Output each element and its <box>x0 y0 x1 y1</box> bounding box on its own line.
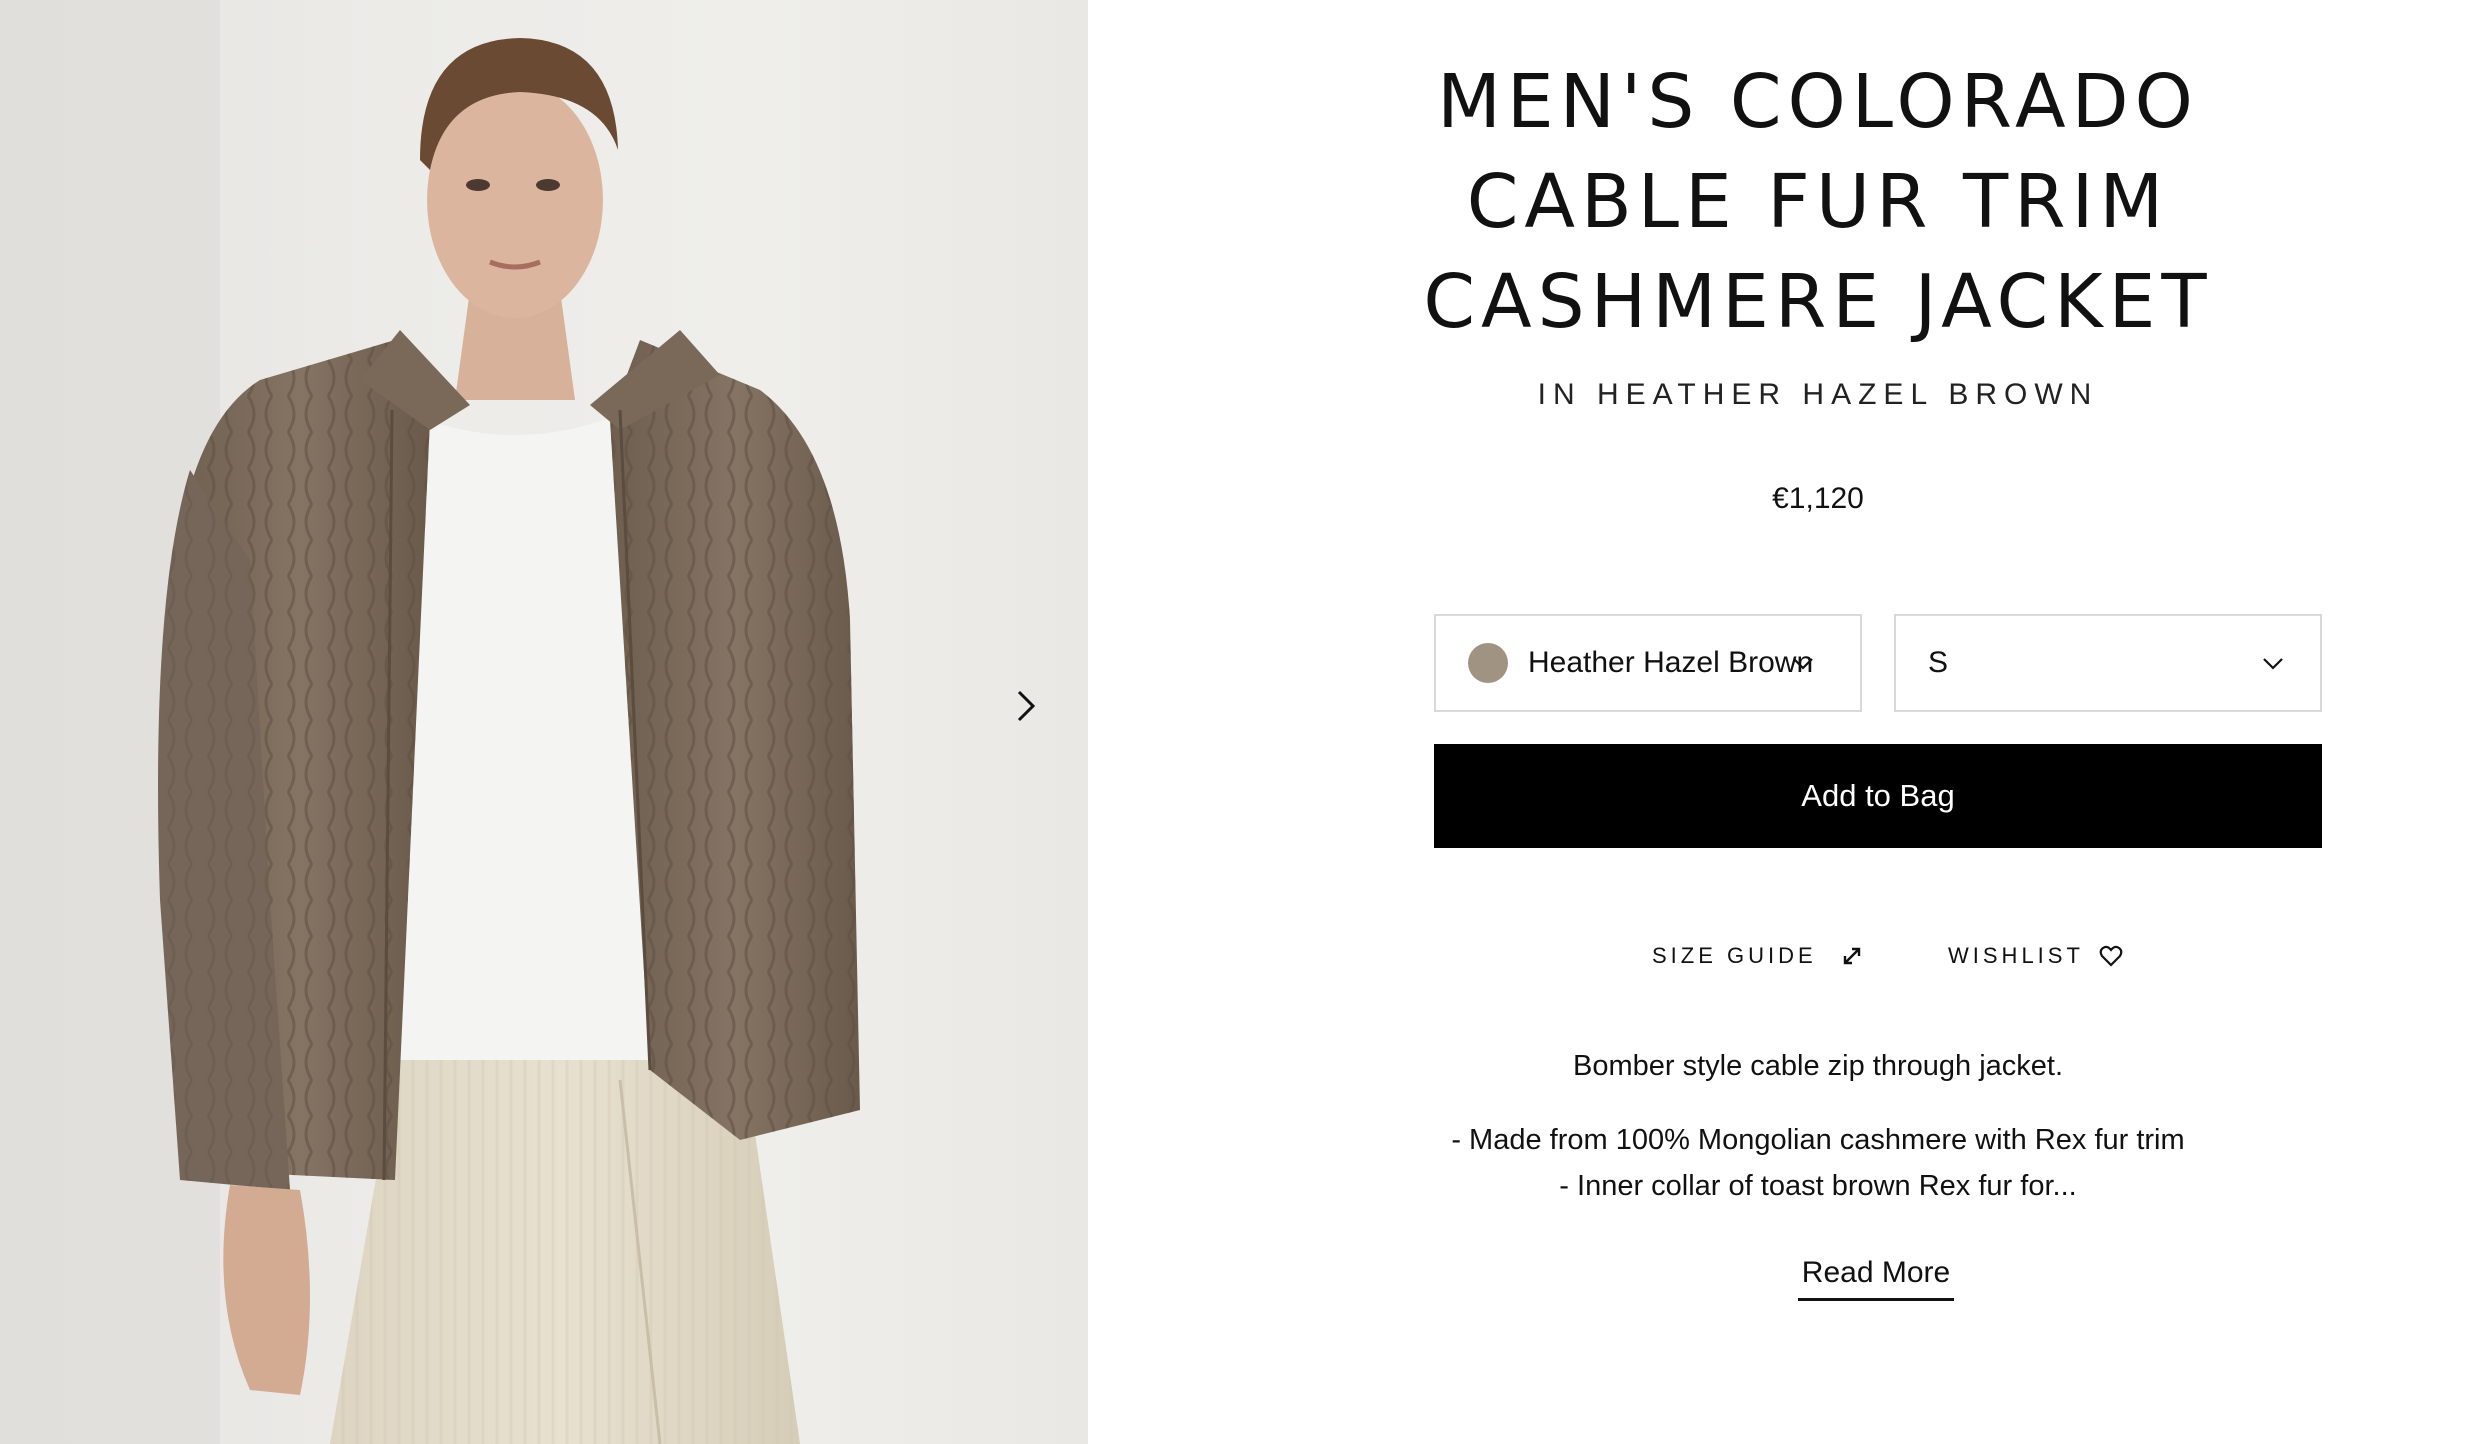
product-image-gallery <box>0 0 1088 1444</box>
size-select[interactable]: S <box>1894 614 2322 712</box>
product-details: MEN'S COLORADO CABLE FUR TRIM CASHMERE J… <box>1088 0 2484 1444</box>
description-bullet: - Inner collar of toast brown Rex fur fo… <box>1559 1170 2077 1202</box>
resize-arrows-icon <box>1843 947 1860 965</box>
next-image-button[interactable] <box>1006 686 1046 726</box>
product-price: €1,120 <box>1772 482 1864 515</box>
chevron-down-icon <box>2263 658 2283 670</box>
size-guide-link[interactable]: SIZE GUIDE <box>1652 938 1865 974</box>
product-title-line: CASHMERE JACKET <box>1423 259 2213 345</box>
add-to-bag-button[interactable]: Add to Bag <box>1434 744 2322 848</box>
product-color-subtitle: IN HEATHER HAZEL BROWN <box>1537 378 2099 411</box>
chevron-right-icon <box>1017 690 1036 722</box>
color-swatch <box>1468 643 1508 683</box>
color-select[interactable]: Heather Hazel Brown <box>1434 614 1862 712</box>
read-more-link[interactable]: Read More <box>1798 1256 1954 1301</box>
description-bullet: - Made from 100% Mongolian cashmere with… <box>1451 1124 2185 1156</box>
size-guide-label: SIZE GUIDE <box>1652 943 1817 968</box>
product-title-line: MEN'S COLORADO <box>1437 59 2199 145</box>
chevron-down-icon <box>1793 658 1813 670</box>
product-title: MEN'S COLORADO CABLE FUR TRIM CASHMERE J… <box>1318 52 2318 352</box>
product-description-bullets: - Made from 100% Mongolian cashmere with… <box>1318 1117 2318 1209</box>
product-description-summary: Bomber style cable zip through jacket. <box>1572 1050 2064 1082</box>
size-select-label: S <box>1928 646 1949 679</box>
product-photo <box>0 0 860 1444</box>
product-title-line: CABLE FUR TRIM <box>1466 159 2170 245</box>
color-select-label: Heather Hazel Brown <box>1528 646 1814 679</box>
wishlist-link[interactable]: WISHLIST <box>1948 938 2124 974</box>
wishlist-label: WISHLIST <box>1948 943 2084 968</box>
product-page: MEN'S COLORADO CABLE FUR TRIM CASHMERE J… <box>0 0 2484 1444</box>
heart-icon <box>2099 945 2123 967</box>
